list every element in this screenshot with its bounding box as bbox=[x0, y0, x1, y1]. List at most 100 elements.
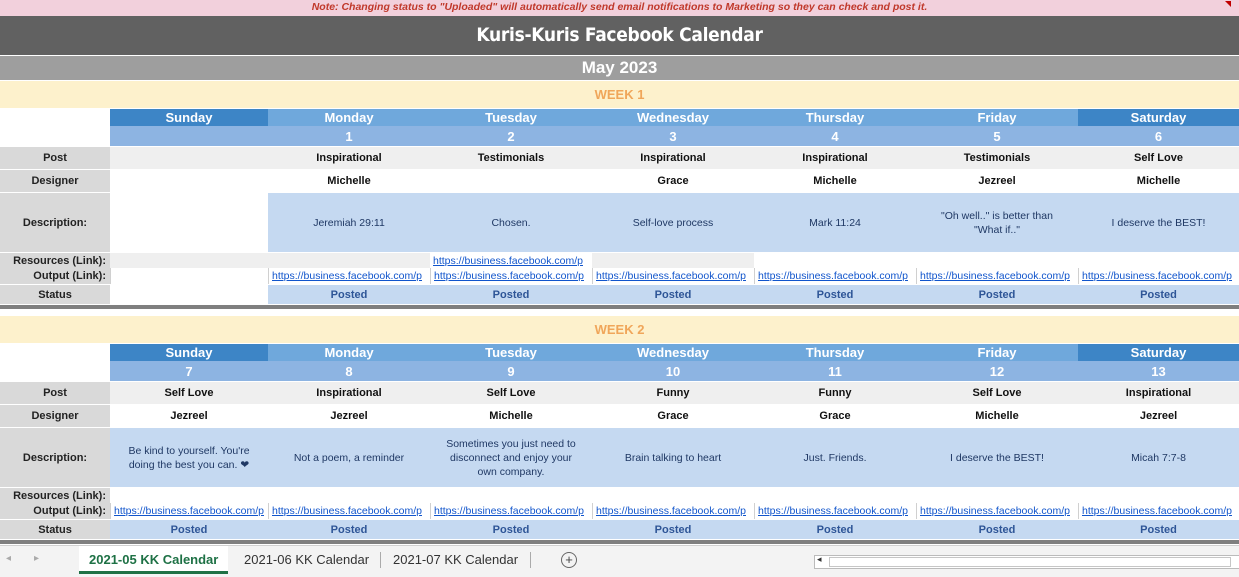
horizontal-scrollbar[interactable]: ◂ bbox=[814, 554, 1239, 569]
post-type-cell[interactable] bbox=[110, 147, 268, 169]
designer-cell[interactable]: Grace bbox=[754, 405, 916, 427]
description-cell[interactable]: Micah 7:7-8 bbox=[1078, 428, 1239, 487]
post-type-cell[interactable]: Inspirational bbox=[268, 147, 430, 169]
designer-cell[interactable]: Jezreel bbox=[110, 405, 268, 427]
description-cell[interactable]: Jeremiah 29:11 bbox=[268, 193, 430, 252]
status-cell[interactable]: Posted bbox=[268, 285, 430, 304]
scrollbar-thumb[interactable] bbox=[829, 557, 1231, 567]
prev-sheet-icon[interactable]: ◂ bbox=[6, 553, 11, 564]
status-cell[interactable]: Posted bbox=[430, 520, 592, 539]
designer-cell[interactable]: Michelle bbox=[916, 405, 1078, 427]
row-label-post: Post bbox=[0, 382, 110, 404]
status-cell[interactable] bbox=[110, 285, 268, 304]
designer-cell[interactable]: Michelle bbox=[754, 170, 916, 192]
output-link-cell[interactable]: https://business.facebook.com/p bbox=[592, 503, 754, 519]
description-cell[interactable]: Mark 11:24 bbox=[754, 193, 916, 252]
post-type-cell[interactable]: Funny bbox=[754, 382, 916, 404]
description-cell[interactable]: Self-love process bbox=[592, 193, 754, 252]
add-sheet-icon[interactable]: + bbox=[561, 552, 577, 568]
day-number: 10 bbox=[592, 361, 754, 381]
resource-link-cell[interactable] bbox=[592, 253, 754, 268]
output-link-cell[interactable]: https://business.facebook.com/p bbox=[916, 503, 1078, 519]
output-link-cell[interactable]: https://business.facebook.com/p bbox=[754, 268, 916, 284]
post-type-cell[interactable]: Self Love bbox=[430, 382, 592, 404]
status-cell[interactable]: Posted bbox=[754, 285, 916, 304]
designer-cell[interactable] bbox=[430, 170, 592, 192]
tab-2021-06[interactable]: 2021-06 KK Calendar bbox=[234, 546, 379, 574]
status-cell[interactable]: Posted bbox=[916, 520, 1078, 539]
resource-link-cell[interactable] bbox=[1078, 488, 1239, 503]
status-cell[interactable]: Posted bbox=[592, 520, 754, 539]
output-link-cell[interactable]: https://business.facebook.com/p bbox=[430, 268, 592, 284]
description-cell[interactable] bbox=[110, 193, 268, 252]
post-type-cell[interactable]: Inspirational bbox=[754, 147, 916, 169]
description-cell[interactable]: Be kind to yourself. You're doing the be… bbox=[110, 428, 268, 487]
status-cell[interactable]: Posted bbox=[1078, 520, 1239, 539]
tab-2021-07[interactable]: 2021-07 KK Calendar bbox=[383, 546, 528, 574]
resource-link-cell[interactable] bbox=[1078, 253, 1239, 268]
post-type-cell[interactable]: Testimonials bbox=[916, 147, 1078, 169]
resource-link-cell[interactable]: https://business.facebook.com/p bbox=[430, 253, 592, 268]
day-number: 6 bbox=[1078, 126, 1239, 146]
status-cell[interactable]: Posted bbox=[592, 285, 754, 304]
description-cell[interactable]: Not a poem, a reminder bbox=[268, 428, 430, 487]
resource-link-cell[interactable] bbox=[110, 253, 268, 268]
designer-cell[interactable]: Jezreel bbox=[1078, 405, 1239, 427]
scroll-left-icon[interactable]: ◂ bbox=[817, 554, 822, 565]
post-type-cell[interactable]: Self Love bbox=[1078, 147, 1239, 169]
resource-link-cell[interactable] bbox=[754, 488, 916, 503]
description-cell[interactable]: I deserve the BEST! bbox=[1078, 193, 1239, 252]
post-type-cell[interactable]: Inspirational bbox=[268, 382, 430, 404]
output-link-cell[interactable] bbox=[110, 268, 268, 284]
next-sheet-icon[interactable]: ▸ bbox=[34, 553, 39, 564]
description-cell[interactable]: Sometimes you just need to disconnect an… bbox=[430, 428, 592, 487]
designer-cell[interactable]: Michelle bbox=[1078, 170, 1239, 192]
status-cell[interactable]: Posted bbox=[110, 520, 268, 539]
resource-link-cell[interactable] bbox=[916, 488, 1078, 503]
output-link-cell[interactable]: https://business.facebook.com/p bbox=[430, 503, 592, 519]
post-type-cell[interactable]: Inspirational bbox=[1078, 382, 1239, 404]
designer-cell[interactable]: Jezreel bbox=[916, 170, 1078, 192]
output-link-cell[interactable]: https://business.facebook.com/p bbox=[754, 503, 916, 519]
output-link-cell[interactable]: https://business.facebook.com/p bbox=[916, 268, 1078, 284]
description-cell[interactable]: I deserve the BEST! bbox=[916, 428, 1078, 487]
output-link-cell[interactable]: https://business.facebook.com/p bbox=[1078, 268, 1239, 284]
resource-link-cell[interactable] bbox=[268, 253, 430, 268]
calendar-title: Kuris-Kuris Facebook Calendar bbox=[0, 16, 1239, 55]
designer-cell[interactable]: Grace bbox=[592, 405, 754, 427]
resource-link-cell[interactable] bbox=[430, 488, 592, 503]
day-name-header: Wednesday bbox=[592, 344, 754, 361]
status-cell[interactable]: Posted bbox=[754, 520, 916, 539]
designer-cell[interactable]: Michelle bbox=[430, 405, 592, 427]
designer-cell[interactable]: Jezreel bbox=[268, 405, 430, 427]
resource-link-cell[interactable] bbox=[592, 488, 754, 503]
description-cell[interactable]: "Oh well.." is better than "What if.." bbox=[916, 193, 1078, 252]
designer-cell[interactable]: Michelle bbox=[268, 170, 430, 192]
status-cell[interactable]: Posted bbox=[1078, 285, 1239, 304]
status-cell[interactable]: Posted bbox=[268, 520, 430, 539]
description-cell[interactable]: Just. Friends. bbox=[754, 428, 916, 487]
resource-link-cell[interactable] bbox=[110, 488, 268, 503]
resource-link-cell[interactable] bbox=[754, 253, 916, 268]
status-cell[interactable]: Posted bbox=[916, 285, 1078, 304]
description-cell[interactable]: Chosen. bbox=[430, 193, 592, 252]
post-type-cell[interactable]: Inspirational bbox=[592, 147, 754, 169]
resource-link-cell[interactable] bbox=[916, 253, 1078, 268]
output-link-cell[interactable]: https://business.facebook.com/p bbox=[592, 268, 754, 284]
designer-cell[interactable] bbox=[110, 170, 268, 192]
day-number: 2 bbox=[430, 126, 592, 146]
week-band: WEEK 1 bbox=[0, 81, 1239, 108]
description-cell[interactable]: Brain talking to heart bbox=[592, 428, 754, 487]
status-cell[interactable]: Posted bbox=[430, 285, 592, 304]
output-link-cell[interactable]: https://business.facebook.com/p bbox=[110, 503, 268, 519]
output-link-cell[interactable]: https://business.facebook.com/p bbox=[1078, 503, 1239, 519]
output-link-cell[interactable]: https://business.facebook.com/p bbox=[268, 503, 430, 519]
post-type-cell[interactable]: Testimonials bbox=[430, 147, 592, 169]
post-type-cell[interactable]: Self Love bbox=[916, 382, 1078, 404]
tab-2021-05[interactable]: 2021-05 KK Calendar bbox=[79, 546, 229, 574]
post-type-cell[interactable]: Self Love bbox=[110, 382, 268, 404]
output-link-cell[interactable]: https://business.facebook.com/p bbox=[268, 268, 430, 284]
post-type-cell[interactable]: Funny bbox=[592, 382, 754, 404]
resource-link-cell[interactable] bbox=[268, 488, 430, 503]
designer-cell[interactable]: Grace bbox=[592, 170, 754, 192]
